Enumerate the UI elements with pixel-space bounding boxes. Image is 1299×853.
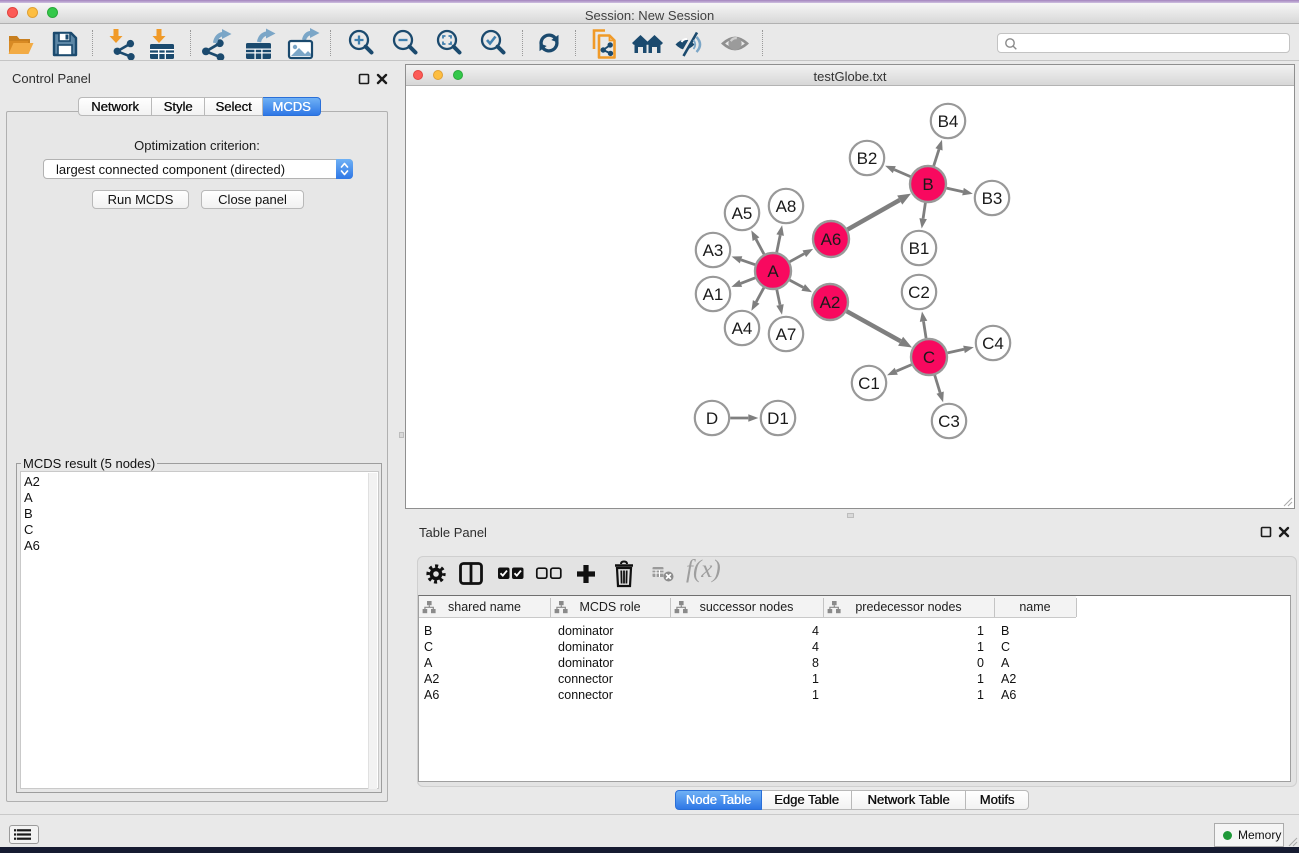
svg-text:C2: C2 bbox=[908, 283, 930, 302]
svg-text:D: D bbox=[706, 409, 718, 428]
svg-text:A7: A7 bbox=[776, 325, 797, 344]
svg-text:B3: B3 bbox=[982, 189, 1003, 208]
svg-text:C4: C4 bbox=[982, 334, 1004, 353]
svg-text:B4: B4 bbox=[938, 112, 959, 131]
svg-text:C3: C3 bbox=[938, 412, 960, 431]
svg-text:A8: A8 bbox=[776, 197, 797, 216]
svg-text:A3: A3 bbox=[703, 241, 724, 260]
svg-text:A1: A1 bbox=[703, 285, 724, 304]
svg-text:A4: A4 bbox=[732, 319, 753, 338]
svg-text:C: C bbox=[923, 348, 935, 367]
svg-text:A5: A5 bbox=[732, 204, 753, 223]
svg-text:A6: A6 bbox=[821, 230, 842, 249]
svg-text:C1: C1 bbox=[858, 374, 880, 393]
svg-text:B: B bbox=[922, 175, 933, 194]
svg-text:D1: D1 bbox=[767, 409, 789, 428]
svg-text:B2: B2 bbox=[857, 149, 878, 168]
svg-text:A2: A2 bbox=[820, 293, 841, 312]
svg-text:A: A bbox=[767, 262, 779, 281]
svg-text:B1: B1 bbox=[909, 239, 930, 258]
